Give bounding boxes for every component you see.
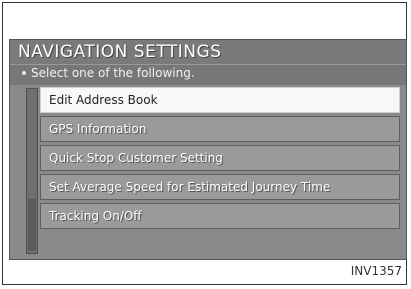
navigation-settings-screen: NAVIGATION SETTINGS Select one of the fo… xyxy=(9,39,407,260)
bullet-icon xyxy=(22,71,26,75)
scrollbar[interactable] xyxy=(26,88,38,254)
instruction-text: Select one of the following. xyxy=(31,66,195,80)
figure-code: INV1357 xyxy=(350,264,402,278)
menu-item-set-average-speed[interactable]: Set Average Speed for Estimated Journey … xyxy=(40,174,400,200)
menu-item-gps-information[interactable]: GPS Information xyxy=(40,116,400,142)
screen-title: NAVIGATION SETTINGS xyxy=(18,42,222,62)
figure-frame: NAVIGATION SETTINGS Select one of the fo… xyxy=(2,2,407,285)
menu-item-edit-address-book[interactable]: Edit Address Book xyxy=(40,87,400,113)
scroll-thumb[interactable] xyxy=(28,199,36,251)
instruction-bar: Select one of the following. xyxy=(10,65,406,85)
menu-item-quick-stop-customer-setting[interactable]: Quick Stop Customer Setting xyxy=(40,145,400,171)
menu-item-tracking-on-off[interactable]: Tracking On/Off xyxy=(40,203,400,229)
settings-list: Edit Address Book GPS Information Quick … xyxy=(40,87,400,232)
title-bar: NAVIGATION SETTINGS xyxy=(10,40,406,65)
